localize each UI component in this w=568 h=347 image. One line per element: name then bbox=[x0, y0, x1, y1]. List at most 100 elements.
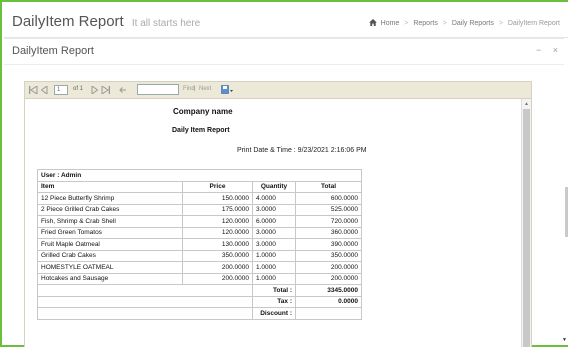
table-row: Fried Green Tomatos 120.0000 3.0000 360.000… bbox=[37, 226, 362, 239]
summary-blank bbox=[37, 284, 253, 297]
report-table: User : Admin Item Price Quantity Total 1… bbox=[37, 169, 362, 320]
column-header-total: Total bbox=[295, 180, 362, 193]
price-cell: 175.0000 bbox=[182, 203, 253, 216]
report-viewer: 1 of 1 Find | Next Company name Daily It… bbox=[24, 81, 532, 347]
summary-value bbox=[295, 307, 362, 320]
table-row: Fish, Shrimp & Crab Shell 120.0000 6.0000 7… bbox=[37, 215, 362, 228]
scrollbar-thumb[interactable] bbox=[523, 109, 530, 347]
table-row: 12 Piece Butterfly Shrimp 150.0000 4.0000 6… bbox=[37, 192, 362, 205]
summary-label: Total : bbox=[252, 284, 296, 297]
item-cell: Fruit Maple Oatmeal bbox=[37, 238, 183, 251]
summary-label: Tax : bbox=[252, 295, 296, 308]
quantity-cell: 1.0000 bbox=[252, 272, 296, 285]
panel-tools: − × bbox=[527, 45, 558, 55]
report-page: Company name Daily Item Report Print Dat… bbox=[25, 99, 523, 347]
export-save-icon[interactable] bbox=[221, 85, 233, 95]
breadcrumb-separator: > bbox=[404, 20, 409, 27]
table-row: HOMESTYLE OATMEAL 200.0000 1.0000 200.0000 bbox=[37, 261, 362, 274]
user-label: User : Admin bbox=[37, 169, 362, 182]
quantity-cell: 6.0000 bbox=[252, 215, 296, 228]
item-cell: 2 Piece Grilled Crab Cakes bbox=[37, 203, 183, 216]
column-header-price: Price bbox=[182, 180, 253, 193]
first-page-icon[interactable] bbox=[29, 86, 38, 94]
company-name: Company name bbox=[173, 107, 233, 116]
price-cell: 130.0000 bbox=[182, 238, 253, 251]
table-row: Hotcakes and Sausage 200.0000 1.0000 200.00… bbox=[37, 272, 362, 285]
item-cell: Grilled Crab Cakes bbox=[37, 249, 183, 262]
page-scroll-down-icon[interactable]: ▼ bbox=[562, 337, 567, 343]
viewer-toolbar: 1 of 1 Find | Next bbox=[25, 82, 531, 99]
total-cell: 200.0000 bbox=[295, 272, 362, 285]
panel-title: DailyItem Report bbox=[12, 45, 94, 57]
total-cell: 200.0000 bbox=[295, 261, 362, 274]
total-cell: 350.0000 bbox=[295, 249, 362, 262]
page-title: DailyItem Report It all starts here bbox=[12, 13, 201, 30]
total-cell: 390.0000 bbox=[295, 238, 362, 251]
summary-row: Total :3345.0000 bbox=[37, 284, 362, 297]
find-link[interactable]: Find bbox=[183, 86, 195, 92]
price-cell: 120.0000 bbox=[182, 215, 253, 228]
breadcrumb: Home > Reports > Daily Reports > DailyIt… bbox=[368, 18, 560, 27]
breadcrumb-separator: > bbox=[442, 20, 447, 27]
column-header-item: Item bbox=[37, 180, 183, 193]
summary-row: Discount : bbox=[37, 307, 362, 320]
back-icon[interactable] bbox=[119, 86, 127, 94]
report-scrollbar[interactable]: ▲ bbox=[521, 99, 531, 347]
page-subtitle: It all starts here bbox=[131, 18, 201, 29]
total-cell: 525.0000 bbox=[295, 203, 362, 216]
home-icon bbox=[368, 19, 377, 26]
item-cell: Hotcakes and Sausage bbox=[37, 272, 183, 285]
quantity-cell: 3.0000 bbox=[252, 203, 296, 216]
find-next-link[interactable]: Next bbox=[199, 86, 211, 92]
price-cell: 200.0000 bbox=[182, 261, 253, 274]
breadcrumb-reports[interactable]: Reports bbox=[413, 20, 438, 27]
close-button[interactable]: × bbox=[553, 45, 558, 55]
total-cell: 360.0000 bbox=[295, 226, 362, 239]
summary-blank bbox=[37, 295, 253, 308]
breadcrumb-separator: > bbox=[498, 20, 503, 27]
breadcrumb-daily-reports[interactable]: Daily Reports bbox=[452, 20, 494, 27]
find-separator: | bbox=[194, 86, 196, 92]
app-frame: DailyItem Report It all starts here Home… bbox=[0, 0, 568, 347]
total-cell: 600.0000 bbox=[295, 192, 362, 205]
panel-heading: DailyItem Report − × bbox=[4, 39, 564, 65]
page-header: DailyItem Report It all starts here Home… bbox=[4, 4, 568, 38]
total-cell: 720.0000 bbox=[295, 215, 362, 228]
item-cell: Fried Green Tomatos bbox=[37, 226, 183, 239]
print-date: Print Date & Time : 9/23/2021 2:16:06 PM bbox=[237, 147, 367, 154]
previous-page-icon[interactable] bbox=[41, 86, 48, 94]
price-cell: 350.0000 bbox=[182, 249, 253, 262]
summary-label: Discount : bbox=[252, 307, 296, 320]
column-header-quantity: Quantity bbox=[252, 180, 296, 193]
item-cell: HOMESTYLE OATMEAL bbox=[37, 261, 183, 274]
item-cell: 12 Piece Butterfly Shrimp bbox=[37, 192, 183, 205]
scroll-up-icon[interactable]: ▲ bbox=[524, 101, 529, 107]
quantity-cell: 3.0000 bbox=[252, 226, 296, 239]
table-header: Item Price Quantity Total bbox=[37, 180, 362, 193]
quantity-cell: 1.0000 bbox=[252, 249, 296, 262]
table-row: 2 Piece Grilled Crab Cakes 175.0000 3.0000… bbox=[37, 203, 362, 216]
price-cell: 200.0000 bbox=[182, 272, 253, 285]
summary-row: Tax :0.0000 bbox=[37, 295, 362, 308]
summary-value: 0.0000 bbox=[295, 295, 362, 308]
find-input[interactable] bbox=[137, 84, 179, 95]
next-page-icon[interactable] bbox=[91, 86, 98, 94]
quantity-cell: 4.0000 bbox=[252, 192, 296, 205]
price-cell: 120.0000 bbox=[182, 226, 253, 239]
price-cell: 150.0000 bbox=[182, 192, 253, 205]
quantity-cell: 1.0000 bbox=[252, 261, 296, 274]
summary-blank bbox=[37, 307, 253, 320]
item-cell: Fish, Shrimp & Crab Shell bbox=[37, 215, 183, 228]
report-name: Daily Item Report bbox=[172, 127, 230, 134]
last-page-icon[interactable] bbox=[101, 86, 110, 94]
page-count: of 1 bbox=[73, 86, 84, 92]
collapse-button[interactable]: − bbox=[536, 45, 541, 55]
quantity-cell: 3.0000 bbox=[252, 238, 296, 251]
breadcrumb-home[interactable]: Home bbox=[381, 20, 400, 27]
table-row: Grilled Crab Cakes 350.0000 1.0000 350.0000 bbox=[37, 249, 362, 262]
page-number-input[interactable]: 1 bbox=[54, 85, 68, 95]
user-row: User : Admin bbox=[37, 169, 362, 182]
report-panel: DailyItem Report − × 1 of 1 Find | Next … bbox=[4, 38, 564, 347]
summary-value: 3345.0000 bbox=[295, 284, 362, 297]
breadcrumb-current: DailyItem Report bbox=[507, 20, 560, 27]
